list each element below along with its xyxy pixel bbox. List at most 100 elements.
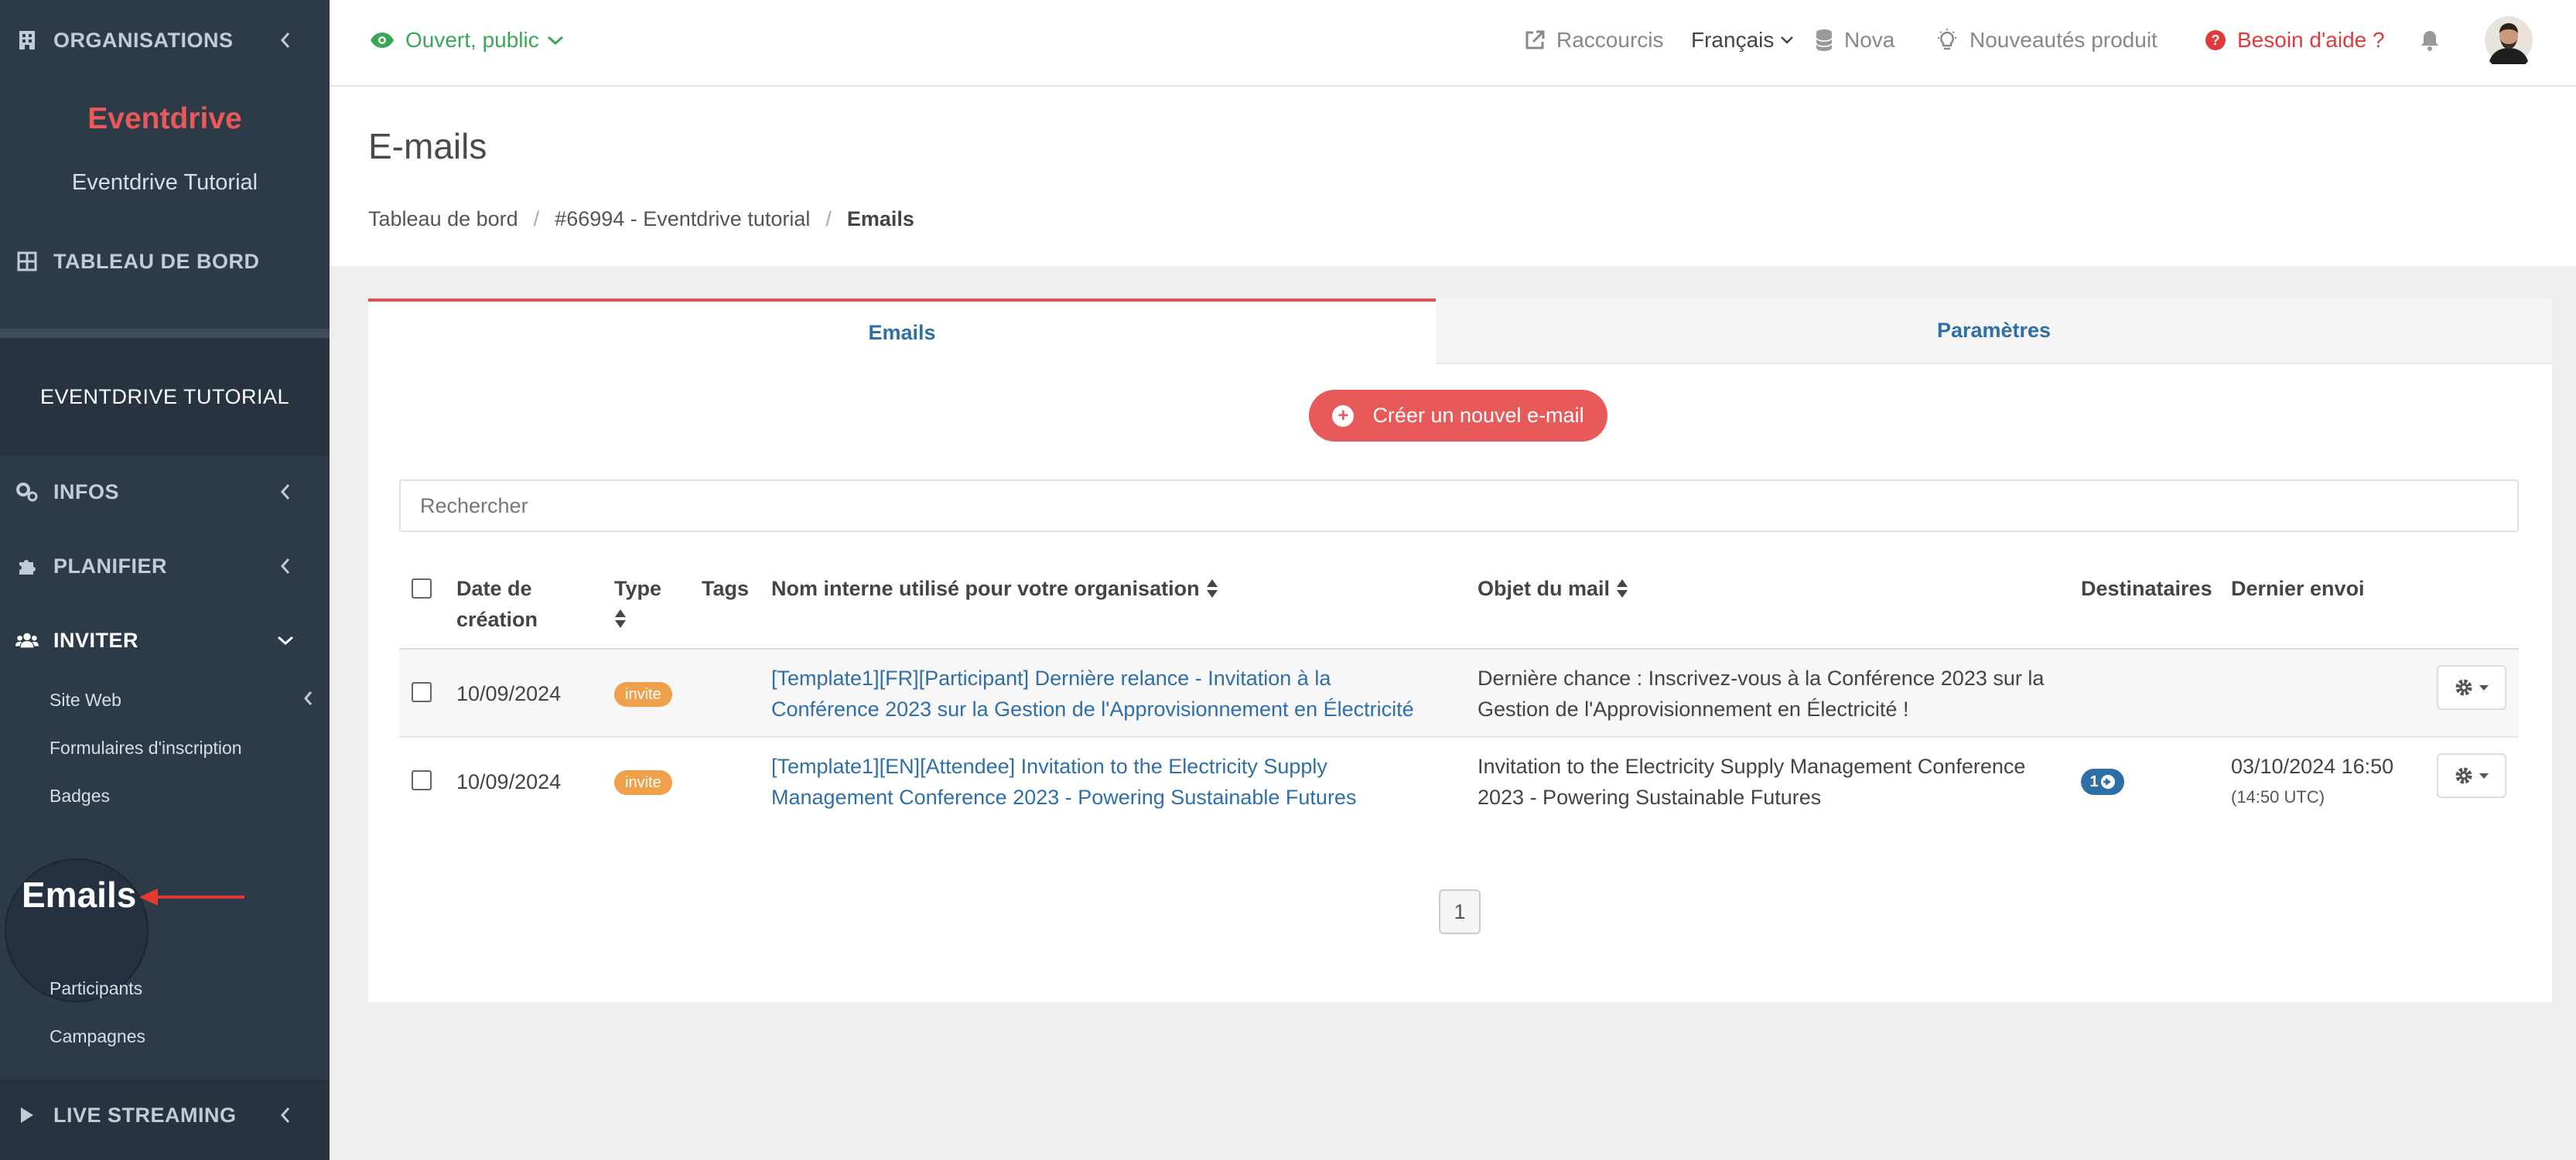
eye-icon [371, 32, 394, 48]
sidebar-item-inviter-label: INVITER [53, 628, 139, 652]
sidebar-item-planifier-label: PLANIFIER [53, 554, 168, 578]
select-all-checkbox[interactable] [412, 578, 432, 599]
chevron-left-icon [274, 1104, 297, 1127]
pointer-arrow-icon [139, 889, 244, 906]
gear-icon [2455, 679, 2472, 696]
grid-icon [15, 250, 39, 273]
language-dropdown[interactable]: Français [1691, 0, 1794, 80]
chevron-left-icon [274, 554, 297, 578]
col-header-type[interactable]: Type [614, 573, 661, 637]
breadcrumb-item-event[interactable]: #66994 - Eventdrive tutorial [555, 207, 810, 231]
create-email-button[interactable]: + Créer un nouvel e-mail [1309, 390, 1607, 442]
sidebar-dashboard-label: TABLEAU DE BORD [53, 249, 260, 273]
gears-icon [15, 480, 39, 503]
lightbulb-icon [1938, 29, 1956, 50]
row-last-sent: 03/10/2024 16:50 (14:50 UTC) [2231, 755, 2394, 807]
breadcrumb-item-dashboard[interactable]: Tableau de bord [368, 207, 518, 231]
bell-icon [2421, 31, 2438, 51]
sidebar-subitem-emails[interactable]: Emails [22, 872, 136, 918]
breadcrumb-separator: / [533, 207, 540, 230]
notifications-button[interactable] [2420, 0, 2451, 80]
avatar [2485, 16, 2533, 64]
sidebar-item-planifier[interactable]: PLANIFIER [0, 541, 330, 591]
tab-parametres[interactable]: Paramètres [1436, 299, 2552, 364]
pagination-page[interactable]: 1 [1439, 889, 1481, 934]
top-bar: Ouvert, public Raccourcis Français Nova … [330, 0, 2576, 87]
play-icon [15, 1104, 39, 1127]
table-row: 10/09/2024 invite [Template1][FR][Partic… [399, 650, 2519, 738]
sidebar-event-title: EVENTDRIVE TUTORIAL [0, 338, 330, 455]
sidebar-subitem-campagnes[interactable]: Campagnes [50, 1026, 145, 1047]
users-icon [15, 629, 39, 652]
create-email-label: Créer un nouvel e-mail [1372, 404, 1584, 427]
building-icon [15, 29, 39, 52]
row-actions-button[interactable] [2437, 665, 2506, 710]
puzzle-icon [15, 554, 39, 578]
chevron-left-icon [274, 480, 297, 503]
sort-icon [615, 609, 626, 628]
col-header-nom[interactable]: Nom interne utilisé pour votre organisat… [771, 573, 1218, 604]
sidebar-organisations-label: ORGANISATIONS [53, 28, 234, 52]
type-badge: invite [614, 770, 672, 795]
row-date: 10/09/2024 [456, 682, 562, 705]
col-header-objet[interactable]: Objet du mail [1478, 573, 1628, 604]
search-input[interactable] [399, 479, 2519, 532]
plus-circle-icon: + [1332, 404, 1355, 427]
page-title: E-mails [368, 126, 487, 166]
breadcrumb-item-current: Emails [846, 207, 914, 230]
question-circle-icon: ? [2205, 30, 2226, 50]
table-row: 10/09/2024 invite [Template1][EN][Attend… [399, 738, 2519, 826]
row-checkbox[interactable] [412, 770, 432, 790]
row-actions-button[interactable] [2437, 753, 2506, 798]
arrow-right-circle-icon [2100, 775, 2115, 789]
nova-link[interactable]: Nova [1815, 0, 1894, 80]
row-date: 10/09/2024 [456, 770, 562, 793]
product-news-label: Nouveautés produit [1970, 28, 2157, 52]
svg-text:?: ? [2212, 32, 2220, 48]
breadcrumb-separator: / [825, 207, 832, 230]
sidebar-subitem-formulaires[interactable]: Formulaires d'inscription [50, 738, 242, 759]
sort-icon [1206, 579, 1218, 598]
sidebar-organisations[interactable]: ORGANISATIONS [0, 15, 330, 65]
page-header: E-mails Tableau de bord / #66994 - Event… [330, 87, 2576, 266]
sidebar-item-inviter[interactable]: INVITER [0, 616, 330, 665]
brand-name: Eventdrive [87, 102, 242, 135]
external-link-icon [1525, 30, 1545, 49]
col-header-dernier-envoi: Dernier envoi [2231, 577, 2365, 600]
chevron-left-icon [274, 29, 297, 52]
chevron-down-icon [547, 36, 563, 46]
row-checkbox[interactable] [412, 682, 432, 702]
nova-label: Nova [1844, 28, 1895, 52]
caret-down-icon [2479, 685, 2489, 691]
col-header-tags: Tags [702, 577, 750, 600]
visibility-status-label: Ouvert, public [405, 28, 539, 52]
type-badge: invite [614, 682, 672, 707]
database-icon [1816, 29, 1833, 51]
col-header-date[interactable]: Date de création [456, 573, 538, 635]
sidebar-item-live-streaming[interactable]: LIVE STREAMING [0, 1090, 330, 1140]
sidebar-subitem-site-web[interactable]: Site Web [50, 690, 121, 711]
row-email-name-link[interactable]: [Template1][EN][Attendee] Invitation to … [771, 751, 1356, 813]
shortcuts-link[interactable]: Raccourcis [1524, 0, 1663, 80]
chevron-left-icon [303, 691, 313, 710]
tab-emails[interactable]: Emails [368, 299, 1436, 364]
sidebar-item-infos[interactable]: INFOS [0, 467, 330, 517]
row-email-subject: Invitation to the Electricity Supply Man… [1478, 755, 2026, 809]
shortcuts-label: Raccourcis [1556, 28, 1664, 52]
recipients-badge[interactable]: 1 [2081, 769, 2124, 795]
sidebar-subitem-participants[interactable]: Participants [50, 978, 142, 999]
user-avatar[interactable] [2485, 0, 2544, 80]
visibility-status-dropdown[interactable]: Ouvert, public [370, 0, 564, 80]
sidebar-item-infos-label: INFOS [53, 479, 120, 503]
caret-down-icon [2479, 773, 2489, 779]
sidebar-dashboard[interactable]: TABLEAU DE BORD [0, 237, 330, 286]
col-header-destinataires: Destinataires [2081, 577, 2212, 600]
sidebar-subitem-badges[interactable]: Badges [50, 786, 110, 807]
help-link[interactable]: ? Besoin d'aide ? [2205, 0, 2385, 80]
sidebar-divider [0, 329, 330, 338]
language-label: Français [1691, 28, 1775, 52]
product-news-link[interactable]: Nouveautés produit [1935, 0, 2157, 80]
chevron-down-icon [274, 629, 297, 652]
row-email-name-link[interactable]: [Template1][FR][Participant] Dernière re… [771, 663, 1414, 725]
sidebar: ORGANISATIONS Eventdrive Eventdrive Tuto… [0, 0, 330, 1160]
